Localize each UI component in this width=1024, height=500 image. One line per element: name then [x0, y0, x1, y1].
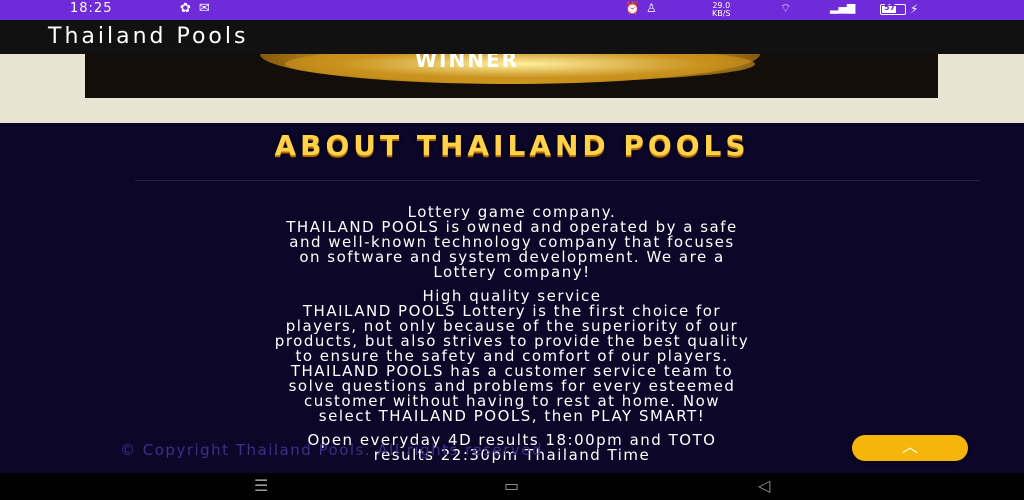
- notification-app-icon: ✿: [180, 1, 199, 16]
- recents-icon[interactable]: ☰: [254, 476, 268, 495]
- android-nav-bar: ☰ ▭ ◁: [0, 473, 1024, 500]
- chevron-up-icon: ︿: [901, 437, 918, 456]
- scroll-to-top-button[interactable]: ︿: [852, 435, 968, 461]
- about-line: Lottery company!: [433, 263, 591, 281]
- banner-area: WINNER: [0, 54, 1024, 123]
- charging-icon: ⚡: [910, 2, 919, 16]
- app-title: Thailand Pools: [48, 24, 249, 49]
- network-speed-unit: KB/S: [712, 9, 731, 18]
- section-divider: [135, 180, 980, 181]
- gold-coin-highlight: [285, 54, 755, 82]
- signal-icon: ▂▄▆: [830, 1, 856, 14]
- about-heading: ABOUT THAILAND POOLS: [274, 129, 750, 162]
- wifi-icon: ⌔: [780, 1, 792, 15]
- app-bar: Thailand Pools: [0, 20, 1024, 54]
- alarm-icon: ⏰: [625, 1, 646, 15]
- battery-percent: 57: [884, 3, 896, 12]
- battery-icon: 57: [880, 3, 906, 15]
- about-section: ABOUT THAILAND POOLS Lottery game compan…: [0, 123, 1024, 473]
- status-bar: 18:25 ✿✉ ⏰♙ 29.0 KB/S ⌔ ▂▄▆ 57 ⚡: [0, 0, 1024, 20]
- banner-winner-text: WINNER: [415, 54, 520, 72]
- system-icons: ⏰♙: [625, 1, 663, 15]
- back-icon[interactable]: ◁: [758, 476, 770, 495]
- home-icon[interactable]: ▭: [504, 476, 519, 495]
- notification-icons: ✿✉: [180, 1, 218, 16]
- winner-banner-image: WINNER: [85, 54, 938, 98]
- notification-mail-icon: ✉: [198, 1, 218, 16]
- about-line: select THAILAND POOLS, then PLAY SMART!: [318, 407, 706, 425]
- profile-icon: ♙: [645, 1, 663, 15]
- copyright-text: © Copyright Thailand Pools. All rights r…: [120, 441, 543, 459]
- about-body: Lottery game company. THAILAND POOLS is …: [40, 205, 984, 463]
- network-speed: 29.0 KB/S: [712, 2, 731, 18]
- status-time: 18:25: [70, 1, 113, 16]
